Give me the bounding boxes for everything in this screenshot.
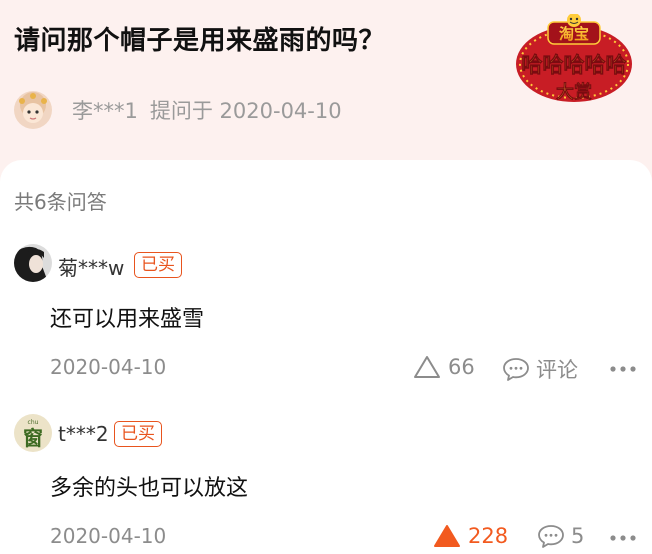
comment-button[interactable]: 评论: [502, 354, 578, 384]
answers-count: 共6条问答: [14, 190, 107, 214]
svg-text:大赏: 大赏: [556, 81, 592, 103]
answerer-name[interactable]: 菊***w: [58, 252, 124, 281]
comment-count: 5: [571, 524, 585, 548]
svg-text:窗: 窗: [23, 426, 43, 450]
comment-button[interactable]: 5: [537, 523, 584, 549]
triangle-up-icon: [414, 356, 440, 378]
svg-text:chu: chu: [28, 419, 39, 426]
like-button[interactable]: 228: [432, 523, 508, 549]
answerer-name[interactable]: t***2: [58, 422, 109, 446]
question-title: 请问那个帽子是用来盛雨的吗？: [14, 26, 386, 56]
svg-text:哈哈哈哈哈: 哈哈哈哈哈: [522, 53, 627, 77]
answer-date: 2020-04-10: [50, 524, 167, 548]
taobao-haha-badge: 淘宝 哈哈哈哈哈 大赏: [512, 13, 636, 106]
answerer-avatar[interactable]: chu 窗: [14, 414, 52, 452]
comment-icon: [503, 358, 529, 381]
svg-text:淘宝: 淘宝: [558, 25, 589, 43]
answer-text: 还可以用来盛雪: [50, 307, 205, 332]
asker-name[interactable]: 李***1: [72, 95, 138, 125]
more-options-icon[interactable]: [609, 364, 637, 374]
like-button[interactable]: 66: [412, 354, 475, 380]
asker-info: 李***1 提问于 2020-04-10: [14, 91, 342, 129]
answerer-avatar[interactable]: [14, 244, 52, 282]
bought-tag: 已买: [114, 421, 162, 447]
answer-text: 多余的头也可以放这: [50, 476, 249, 501]
asker-avatar[interactable]: [14, 91, 52, 129]
answer-date: 2020-04-10: [50, 355, 167, 379]
comment-icon: [538, 525, 564, 548]
like-count: 228: [468, 524, 509, 548]
more-options-icon[interactable]: [609, 533, 637, 543]
bought-tag: 已买: [134, 252, 182, 278]
triangle-up-filled-icon: [434, 525, 460, 547]
like-count: 66: [448, 355, 475, 379]
asked-date: 提问于 2020-04-10: [149, 99, 342, 123]
comment-label: 评论: [536, 358, 578, 382]
